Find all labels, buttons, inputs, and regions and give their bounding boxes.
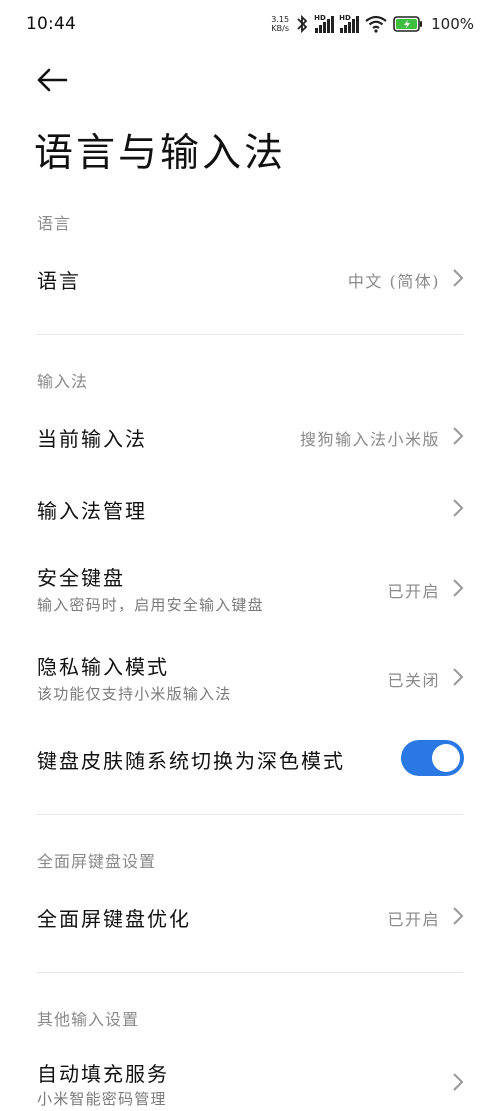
chevron-right-icon bbox=[453, 668, 464, 686]
row-title: 语言 bbox=[37, 269, 81, 293]
network-speed-value: 3.15 bbox=[271, 15, 290, 24]
row-value: 已关闭 bbox=[387, 671, 440, 690]
hd-label: HD bbox=[339, 14, 351, 22]
row-subtitle: 该功能仅支持小米版输入法 bbox=[37, 685, 232, 703]
chevron-right-icon bbox=[453, 427, 464, 445]
back-arrow-icon[interactable] bbox=[36, 64, 68, 96]
section-header-input-method: 输入法 bbox=[37, 372, 89, 391]
chevron-right-icon bbox=[453, 579, 464, 597]
row-title: 安全键盘 bbox=[37, 566, 125, 590]
wifi-icon bbox=[365, 15, 387, 33]
row-value: 中文 (简体) bbox=[347, 272, 440, 291]
row-fullscreen-keyboard-optimization[interactable]: 全面屏键盘优化 已开启 bbox=[0, 884, 500, 948]
divider bbox=[37, 972, 463, 973]
battery-percentage: 100% bbox=[431, 15, 474, 33]
row-title: 输入法管理 bbox=[37, 499, 147, 523]
dark-mode-toggle[interactable] bbox=[401, 740, 464, 776]
divider bbox=[37, 814, 463, 815]
row-title: 隐私输入模式 bbox=[37, 655, 169, 679]
section-header-fullscreen-keyboard: 全面屏键盘设置 bbox=[37, 852, 157, 871]
row-subtitle: 输入密码时，启用安全输入键盘 bbox=[37, 596, 264, 614]
network-speed-unit: KB/s bbox=[271, 24, 289, 33]
row-title: 键盘皮肤随系统切换为深色模式 bbox=[37, 749, 345, 773]
row-subtitle: 小米智能密码管理 bbox=[37, 1090, 167, 1108]
row-autofill-service[interactable]: 自动填充服务 小米智能密码管理 bbox=[0, 1048, 500, 1111]
section-header-other-input: 其他输入设置 bbox=[37, 1010, 140, 1029]
row-input-method-management[interactable]: 输入法管理 bbox=[0, 476, 500, 540]
signal-icon-2: HD bbox=[339, 14, 360, 33]
chevron-right-icon bbox=[453, 499, 464, 517]
page-title: 语言与输入法 bbox=[34, 131, 287, 176]
hd-label: HD bbox=[314, 14, 326, 22]
row-privacy-input-mode[interactable]: 隐私输入模式 该功能仅支持小米版输入法 已关闭 bbox=[0, 641, 500, 713]
row-value: 搜狗输入法小米版 bbox=[299, 430, 440, 449]
divider bbox=[37, 334, 463, 335]
row-secure-keyboard[interactable]: 安全键盘 输入密码时，启用安全输入键盘 已开启 bbox=[0, 552, 500, 624]
status-time: 10:44 bbox=[26, 14, 76, 34]
chevron-right-icon bbox=[453, 1073, 464, 1091]
network-speed: 3.15 KB/s bbox=[271, 15, 289, 33]
bluetooth-icon bbox=[297, 14, 308, 34]
section-header-language: 语言 bbox=[37, 214, 72, 233]
battery-icon bbox=[393, 16, 423, 32]
status-icons: 3.15 KB/s HD HD 100% bbox=[271, 12, 474, 36]
toggle-knob bbox=[432, 744, 460, 772]
row-current-input-method[interactable]: 当前输入法 搜狗输入法小米版 bbox=[0, 404, 500, 468]
row-value: 已开启 bbox=[387, 582, 440, 601]
row-title: 当前输入法 bbox=[37, 427, 147, 451]
row-keyboard-dark-mode: 键盘皮肤随系统切换为深色模式 bbox=[0, 726, 500, 790]
row-title: 全面屏键盘优化 bbox=[37, 907, 191, 931]
row-language[interactable]: 语言 中文 (简体) bbox=[0, 246, 500, 310]
chevron-right-icon bbox=[453, 907, 464, 925]
signal-icon-1: HD bbox=[314, 14, 335, 33]
row-value: 已开启 bbox=[387, 910, 440, 929]
status-bar: 10:44 3.15 KB/s HD HD 100% bbox=[0, 0, 500, 48]
row-title: 自动填充服务 bbox=[37, 1062, 169, 1086]
chevron-right-icon bbox=[453, 269, 464, 287]
